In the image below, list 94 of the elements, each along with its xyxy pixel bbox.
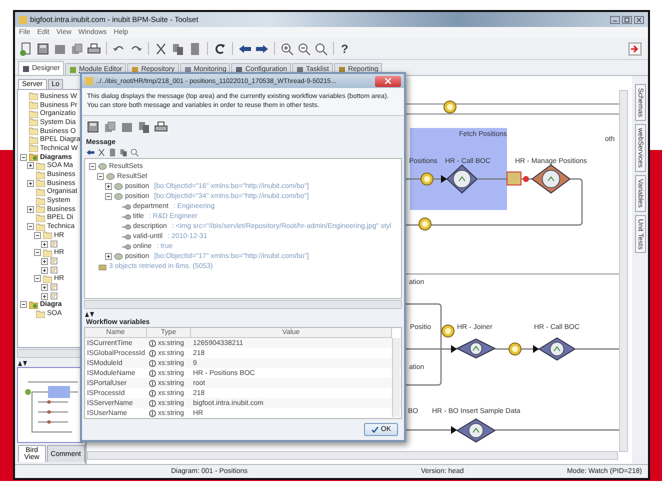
cut-icon[interactable]: [97, 148, 106, 157]
collapse-icon[interactable]: [27, 223, 34, 230]
documents-icon[interactable]: [103, 120, 117, 134]
collapse-icon[interactable]: [20, 301, 27, 308]
collapse-icon[interactable]: [20, 154, 27, 161]
app-icon: [85, 77, 93, 85]
splitter-arrows-icon[interactable]: [85, 312, 94, 316]
zoom-icon[interactable]: [314, 42, 328, 56]
connector-line: [405, 426, 457, 434]
zoom-out-icon[interactable]: [297, 42, 311, 56]
attribute-icon: [122, 204, 131, 210]
attribute-icon: [122, 234, 131, 240]
documents-icon[interactable]: [70, 42, 84, 56]
element-node-icon: [114, 183, 123, 190]
expand-icon[interactable]: [41, 284, 48, 291]
tab-icon: [235, 66, 244, 74]
collapse-icon[interactable]: [34, 232, 41, 239]
activity-node: [538, 337, 576, 361]
back-icon[interactable]: [86, 148, 95, 157]
copy-icon[interactable]: [171, 42, 185, 56]
close-button[interactable]: [375, 76, 401, 86]
activity-node: [456, 418, 496, 443]
cut-icon[interactable]: [154, 42, 168, 56]
activity-node: [456, 338, 496, 359]
collapse-icon[interactable]: [34, 275, 41, 282]
attribute-icon: [122, 224, 131, 230]
print-icon[interactable]: [154, 120, 168, 134]
expand-icon[interactable]: [27, 206, 34, 213]
diagram-folder-icon: [29, 153, 38, 162]
new-file-icon[interactable]: [19, 42, 33, 56]
tab-icon: [22, 64, 30, 72]
diagram-file-icon: [50, 266, 59, 274]
zoom-in-icon[interactable]: [280, 42, 294, 56]
scrollbar[interactable]: [84, 300, 402, 309]
expand-icon[interactable]: [105, 253, 112, 260]
expand-icon[interactable]: [41, 258, 48, 265]
save-icon[interactable]: [36, 42, 50, 56]
diagram-file-icon: [50, 292, 59, 300]
check-icon: [370, 426, 379, 433]
diagram-folder-icon: [29, 300, 38, 309]
type-icon: [149, 410, 156, 416]
tab-icon: [184, 66, 192, 74]
print-icon[interactable]: [87, 42, 101, 56]
close-icon[interactable]: [634, 16, 644, 24]
mapping-node: [506, 172, 529, 186]
scrollbar[interactable]: [17, 349, 83, 358]
event-node: [508, 342, 522, 356]
connector-line: [495, 345, 539, 353]
expand-icon[interactable]: [41, 240, 48, 248]
copy-icon[interactable]: [119, 148, 128, 157]
tab-icon: [69, 66, 78, 74]
scrollbar[interactable]: [619, 90, 628, 452]
diagram-file-icon: [50, 240, 59, 248]
activity-node: [446, 164, 478, 194]
maximize-icon[interactable]: [622, 16, 632, 24]
element-node-icon: [114, 193, 123, 200]
event-node: [444, 100, 456, 114]
close-icon: [385, 78, 391, 84]
tab-icon: [338, 66, 346, 74]
event-node: [418, 218, 432, 230]
folder-icon: [36, 310, 45, 318]
expand-icon[interactable]: [27, 180, 34, 187]
scrollbar[interactable]: [392, 338, 400, 417]
refresh-icon[interactable]: [213, 42, 227, 56]
expand-icon[interactable]: [105, 183, 112, 190]
expand-icon[interactable]: [41, 266, 48, 274]
tab-icon: [296, 66, 304, 74]
folder-icon: [43, 274, 52, 283]
attribute-icon: [122, 244, 131, 250]
splitter-arrows-icon[interactable]: [18, 360, 27, 366]
diagram-file-icon: [50, 257, 59, 266]
tab-icon: [131, 66, 140, 74]
zoom-icon[interactable]: [130, 148, 139, 157]
collapse-icon[interactable]: [34, 249, 41, 256]
collapse-icon[interactable]: [97, 173, 104, 180]
save-icon[interactable]: [86, 120, 100, 134]
info-node-icon: [98, 262, 107, 271]
expand-icon[interactable]: [41, 292, 48, 300]
minimize-icon[interactable]: [610, 16, 620, 24]
collapse-icon[interactable]: [89, 163, 96, 170]
collapse-icon[interactable]: [105, 193, 112, 200]
copy-icon[interactable]: [137, 120, 151, 134]
app-icon: [19, 16, 27, 24]
element-node-icon: [98, 163, 107, 170]
scrollbar[interactable]: [87, 451, 618, 460]
diagram-file-icon: [50, 283, 59, 292]
exit-icon[interactable]: [628, 42, 642, 56]
attribute-icon: [122, 214, 131, 220]
help-button[interactable]: ?: [339, 42, 350, 56]
expand-icon[interactable]: [27, 162, 34, 170]
event-node: [442, 324, 454, 338]
element-node-icon: [114, 253, 123, 260]
element-node-icon: [106, 173, 115, 180]
activity-node: [531, 164, 571, 194]
